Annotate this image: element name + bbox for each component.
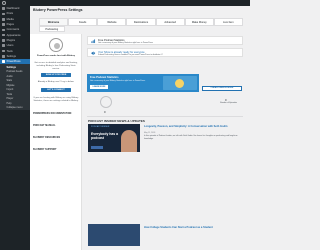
notice-show-ready: Your Show is already ready for everyone …: [87, 48, 243, 57]
comment-icon: [2, 28, 5, 32]
notice-stats: Free Podcast Statistics Get a summary of…: [87, 36, 243, 45]
menu-label: Comments: [6, 28, 20, 32]
menu-label: Tools: [6, 49, 13, 53]
tab-feeds[interactable]: Feeds: [68, 18, 98, 25]
settings-tabs: Welcome Feeds Website Destinations Advan…: [39, 18, 243, 32]
article-thumbnail[interactable]: [88, 224, 140, 246]
connect-button[interactable]: LET'S CONNECT: [41, 88, 71, 92]
pin-icon: [2, 12, 5, 16]
menu-label: Pages: [6, 23, 14, 27]
divider: [87, 116, 243, 117]
menu-label: Posts: [6, 12, 14, 16]
collapse-menu-button[interactable]: Collapse menu: [0, 105, 30, 110]
article-title[interactable]: Longevity, Passion, and Simplicity: A Co…: [144, 125, 242, 128]
admin-sidebar: Dashboard Posts Media Pages Comments App…: [0, 6, 30, 250]
page-icon: [2, 23, 5, 26]
users-icon: [2, 44, 5, 48]
menu-label: Plugins: [6, 38, 16, 42]
tab-website[interactable]: Website: [97, 18, 127, 25]
guest-photo: [121, 130, 137, 152]
podcast-logo: [91, 146, 103, 149]
documentation-link[interactable]: POWERPRESS DOCUMENTATION: [33, 113, 71, 115]
notice-description: Get a summary of your Blubrry Statistics…: [98, 42, 154, 44]
news-heading: PODCAST INSIDER NEWS & UPDATES: [88, 119, 145, 123]
brush-icon: [2, 33, 5, 37]
menu-label: Media: [6, 17, 14, 21]
wrench-icon: [2, 49, 5, 53]
article-date: May 11, 2024: [144, 132, 156, 134]
menu-label: Settings: [6, 54, 16, 58]
tab-advanced[interactable]: Advanced: [155, 18, 185, 25]
episodes-label: Number of Episodes: [220, 102, 238, 104]
tab-make-money[interactable]: Make Money: [184, 18, 214, 25]
intro-text: PowerPress works best with Blubrry: [37, 55, 75, 57]
promo-illustration: [163, 76, 197, 90]
promo-description: Get a summary of your Blubrry Statistics…: [90, 79, 146, 82]
resources-link[interactable]: BLUBRRY RESOURCES: [33, 137, 60, 139]
tab-destinations[interactable]: Destinations: [126, 18, 156, 25]
podcast-manual-link[interactable]: PODCAST MANUAL: [33, 125, 56, 127]
welcome-left-panel: PowerPress works best with Blubrry Get a…: [30, 34, 82, 250]
settings-icon: [2, 55, 5, 58]
megaphone-icon: [91, 51, 96, 56]
microphone-icon: [2, 60, 5, 63]
tab-live-item[interactable]: Live Item: [213, 18, 243, 25]
stats-promo-banner: Free Podcast Statistics Get a summary of…: [87, 74, 199, 92]
help-text: If you are hosting with Blubrry or using…: [33, 97, 79, 102]
stats-ring-icon: [100, 96, 112, 108]
menu-label: PowerPress: [6, 60, 21, 64]
chart-icon: [91, 39, 96, 44]
wordpress-logo-icon[interactable]: [2, 1, 6, 5]
article-excerpt: In this episode of Podcast Insider, we t…: [144, 135, 238, 140]
stat-value: 0: [104, 110, 106, 114]
menu-label: Appearance: [6, 33, 21, 37]
article-thumbnail[interactable]: PODCAST INSIDER Everybody has a podcast: [88, 124, 140, 152]
tab-podcasting[interactable]: Podcasting: [39, 26, 65, 32]
signup-button[interactable]: SIGN UP FOR FREE: [41, 73, 71, 77]
tab-welcome[interactable]: Welcome: [39, 18, 69, 25]
plugin-icon: [2, 39, 5, 42]
menu-label: Dashboard: [6, 7, 20, 11]
support-link[interactable]: BLUBRRY SUPPORT: [33, 149, 57, 151]
thumbnail-tag: PODCAST INSIDER: [91, 126, 110, 128]
podcast-logo-icon: [49, 38, 63, 52]
learn-more-button[interactable]: LEARN MORE: [90, 85, 108, 89]
dashboard-icon: [2, 7, 5, 10]
thumbnail-text: Everybody has a podcast: [91, 132, 118, 140]
main-content: Blubrry PowerPress Settings Welcome Feed…: [30, 6, 250, 250]
notice-description: Submit Podcasting Source enabled. Do you…: [98, 54, 163, 56]
intro-description: Get access to detailed analytics and hos…: [34, 62, 78, 70]
menu-label: Users: [6, 44, 14, 48]
media-icon: [2, 17, 5, 21]
create-episode-button[interactable]: CREATE NEW EPISODE: [202, 86, 242, 91]
powerpress-submenu: Settings Podcast Feeds Audio Stats Migra…: [0, 64, 30, 111]
page-title: Blubrry PowerPress Settings: [33, 8, 83, 12]
menu-item-powerpress[interactable]: PowerPress: [0, 58, 30, 65]
login-prompt: Already a Blubrry user? Log in below.: [37, 81, 75, 83]
article-title[interactable]: How College Students Can Start a Podcast…: [144, 226, 242, 229]
